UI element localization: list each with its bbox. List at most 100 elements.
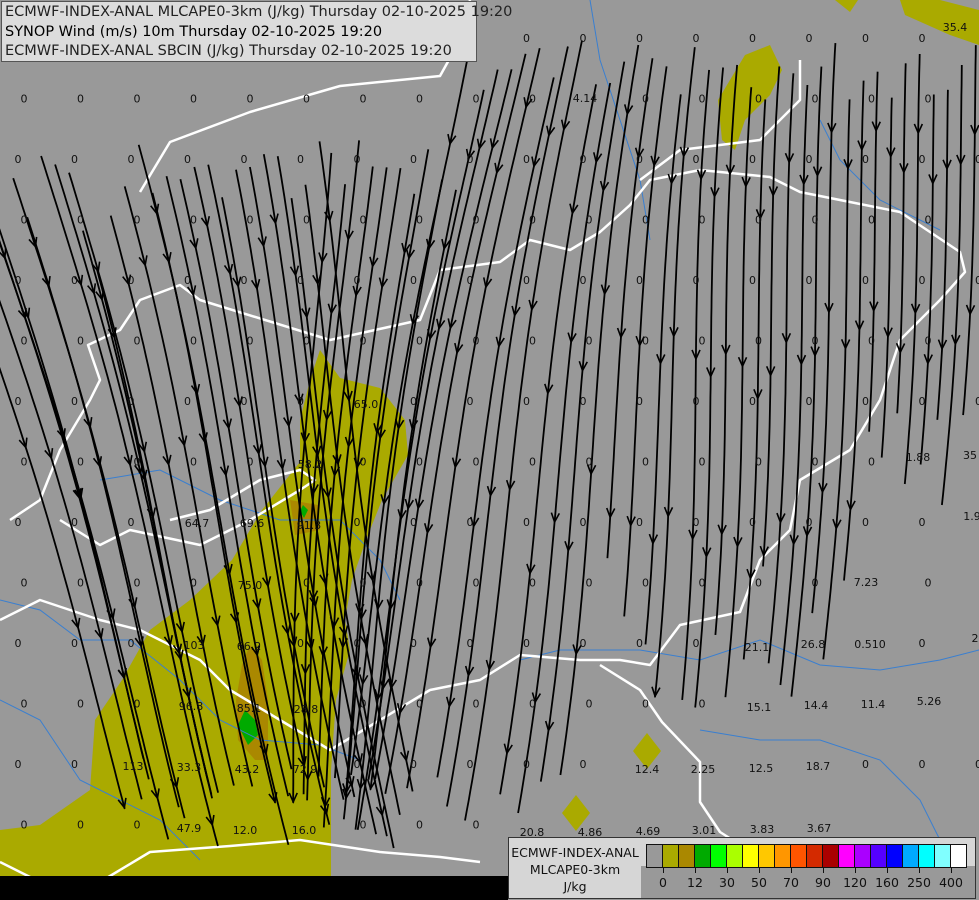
station-value-zero: 0 — [868, 93, 875, 106]
station-value-zero: 0 — [467, 153, 474, 166]
station-value-zero: 0 — [868, 335, 875, 348]
station-value-zero: 0 — [862, 274, 869, 287]
station-value-zero: 0 — [586, 577, 593, 590]
station-value-zero: 0 — [868, 214, 875, 227]
station-value-zero: 0 — [580, 516, 587, 529]
station-value-zero: 0 — [529, 698, 536, 711]
station-value: 35 — [963, 449, 977, 462]
station-value-zero: 0 — [467, 637, 474, 650]
legend-color-bar — [646, 844, 967, 868]
station-value-zero: 0 — [806, 395, 813, 408]
station-value-zero: 0 — [919, 637, 926, 650]
station-value-zero: 0 — [134, 335, 141, 348]
station-value: 66.2 — [237, 640, 262, 653]
station-value-zero: 0 — [410, 153, 417, 166]
station-value-zero: 0 — [473, 819, 480, 832]
station-value-zero: 0 — [134, 456, 141, 469]
station-value-zero: 0 — [184, 153, 191, 166]
station-value: 33.3 — [177, 761, 202, 774]
station-value-zero: 0 — [586, 698, 593, 711]
legend-tick-label: 0 — [659, 875, 667, 890]
legend-tick-label: 90 — [815, 875, 831, 890]
legend-labels: ECMWF-INDEX-ANAL MLCAPE0-3km J/kg — [509, 838, 641, 898]
station-value-zero: 0 — [699, 335, 706, 348]
station-value: 26.8 — [801, 638, 826, 651]
station-value: 7.23 — [854, 576, 879, 589]
station-value-zero: 0 — [925, 335, 932, 348]
station-value-zero: 0 — [642, 577, 649, 590]
station-value-zero: 0 — [21, 698, 28, 711]
station-value-zero: 0 — [354, 274, 361, 287]
station-value-zero: 0 — [71, 516, 78, 529]
station-value-zero: 0 — [241, 395, 248, 408]
legend-tick — [951, 867, 952, 873]
station-value-zero: 0 — [806, 516, 813, 529]
station-value-zero: 0 — [21, 819, 28, 832]
station-value-zero: 0 — [416, 335, 423, 348]
station-value-zero: 0 — [755, 93, 762, 106]
station-value-zero: 0 — [77, 577, 84, 590]
station-value: 21.1 — [745, 641, 770, 654]
station-value-zero: 0 — [410, 274, 417, 287]
station-value-zero: 0 — [806, 274, 813, 287]
station-value-zero: 0 — [410, 758, 417, 771]
station-value-zero: 0 — [919, 395, 926, 408]
station-value-zero: 0 — [862, 395, 869, 408]
legend-tick-label: 50 — [751, 875, 767, 890]
station-value: 72.9 — [293, 763, 318, 776]
station-value-zero: 0 — [410, 516, 417, 529]
station-value-zero: 0 — [812, 335, 819, 348]
station-value-zero: 0 — [21, 93, 28, 106]
station-value-zero: 0 — [247, 214, 254, 227]
station-value-zero: 0 — [247, 335, 254, 348]
legend-color-swatch — [807, 845, 823, 867]
station-value-zero: 0 — [699, 93, 706, 106]
station-value-zero: 0 — [749, 274, 756, 287]
station-value-zero: 0 — [71, 395, 78, 408]
station-value-zero: 0 — [467, 758, 474, 771]
station-value-zero: 0 — [580, 758, 587, 771]
station-value-zero: 0 — [636, 32, 643, 45]
legend-tick — [663, 867, 664, 873]
station-value-zero: 0 — [636, 153, 643, 166]
station-value: 96.8 — [179, 700, 204, 713]
station-value-zero: 0 — [15, 758, 22, 771]
legend-ticks: 0 12 30 50 70 90 120 160 250 400 — [646, 867, 976, 897]
station-value-zero: 0 — [693, 395, 700, 408]
station-value: 103 — [184, 639, 205, 652]
station-value-zero: 0 — [925, 214, 932, 227]
station-value-zero: 0 — [862, 758, 869, 771]
station-value-zero: 0 — [699, 698, 706, 711]
station-value: 12.5 — [749, 762, 774, 775]
legend-color-swatch — [935, 845, 951, 867]
station-value-zero: 0 — [128, 637, 135, 650]
station-value-zero: 0 — [71, 274, 78, 287]
station-value-zero: 0 — [297, 274, 304, 287]
station-value: 43.2 — [235, 763, 260, 776]
station-value-zero: 0 — [354, 153, 361, 166]
station-value-zero: 0 — [636, 395, 643, 408]
station-value-zero: 0 — [303, 93, 310, 106]
legend-color-swatch — [775, 845, 791, 867]
station-value-zero: 0 — [71, 758, 78, 771]
legend-tick-label: 30 — [719, 875, 735, 890]
station-value: 58.2 — [298, 458, 323, 471]
weather-map[interactable]: 35.4 4.14 65.0 58.2 64.7 69.6 91.3 75.0 103 66.2 9… — [0, 0, 979, 900]
bottom-black-strip — [0, 876, 508, 900]
station-value: 4.14 — [573, 92, 598, 105]
station-value-zero: 0 — [77, 335, 84, 348]
station-value-zero: 0 — [529, 577, 536, 590]
legend-color-swatch — [887, 845, 903, 867]
station-value-zero: 0 — [580, 637, 587, 650]
station-value: 3.01 — [692, 824, 717, 837]
station-value-zero: 0 — [467, 516, 474, 529]
station-value-zero: 0 — [862, 516, 869, 529]
station-value-zero: 0 — [128, 274, 135, 287]
title-line-cape: ECMWF-INDEX-ANAL MLCAPE0-3km (J/kg) Thur… — [5, 4, 513, 20]
station-value-zero: 0 — [523, 32, 530, 45]
station-value-zero: 0 — [925, 577, 932, 590]
station-value-zero: 0 — [529, 335, 536, 348]
station-value-zero: 0 — [247, 93, 254, 106]
station-value-zero: 0 — [636, 637, 643, 650]
station-value-zero: 0 — [919, 153, 926, 166]
